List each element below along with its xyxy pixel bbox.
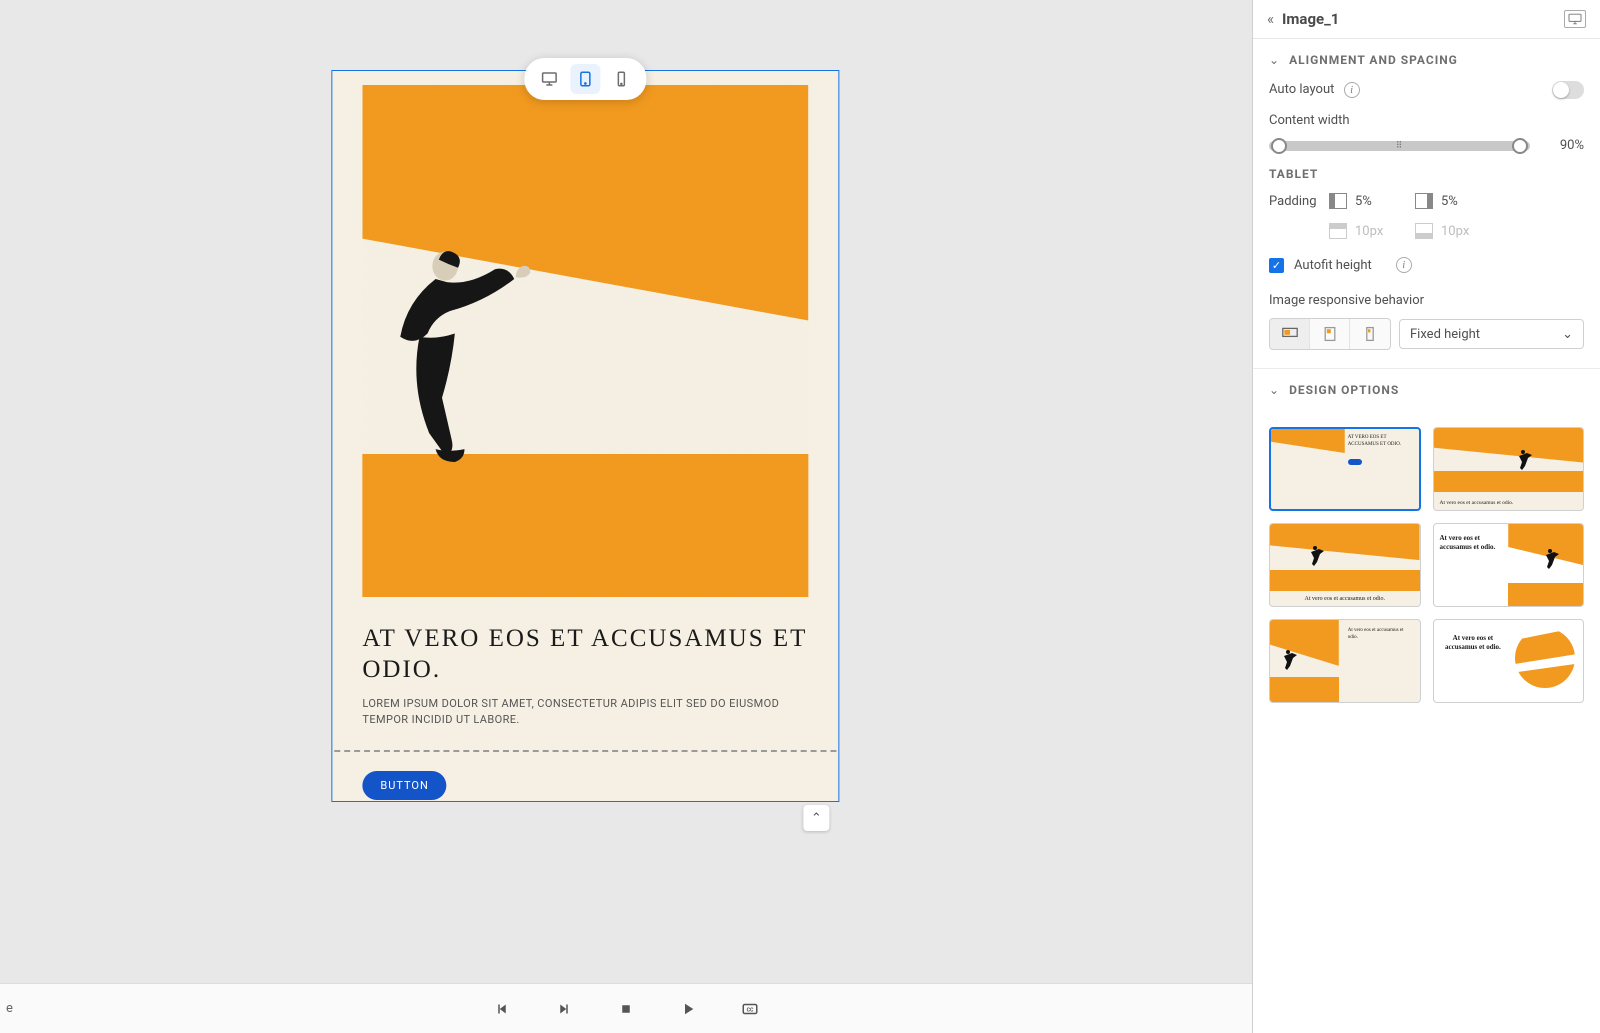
cta-button[interactable]: BUTTON (362, 771, 446, 800)
heading[interactable]: AT VERO EOS ET ACCUSAMUS ET ODIO. (362, 623, 808, 686)
figure-illustration (371, 228, 532, 484)
auto-layout-label: Auto layout (1269, 82, 1334, 97)
responsive-behavior-label: Image responsive behavior (1269, 293, 1584, 308)
device-desktop-button[interactable] (534, 64, 564, 94)
chevron-down-icon: ⌄ (1562, 327, 1573, 342)
tablet-mini-icon (1320, 326, 1340, 342)
artboard-tablet[interactable]: AT VERO EOS ET ACCUSAMUS ET ODIO. LOREM … (331, 70, 839, 802)
figure-icon (1541, 547, 1561, 571)
monitor-eye-icon (1567, 13, 1583, 25)
design-option-2[interactable]: At vero eos et accusamus et odio. (1433, 427, 1585, 511)
design-option-1[interactable]: AT VERO EOS ET ACCUSAMUS ET ODIO. (1269, 427, 1421, 511)
padding-top-input: 10px (1355, 224, 1415, 239)
chevron-up-icon: ⌃ (811, 811, 822, 826)
phone-mini-icon (1360, 326, 1380, 342)
padding-label: Padding (1269, 194, 1329, 209)
responsive-device-segment (1269, 318, 1391, 350)
next-frame-button[interactable] (551, 996, 577, 1022)
step-forward-icon (555, 1000, 573, 1018)
visibility-preview-button[interactable] (1564, 10, 1586, 28)
content-width-label: Content width (1269, 113, 1584, 128)
figure-icon (1514, 448, 1534, 472)
design-option-5[interactable]: At vero eos et accusamus et odio. (1269, 619, 1421, 703)
back-button[interactable]: « (1267, 10, 1274, 28)
phone-icon (612, 70, 630, 88)
padding-right-input[interactable]: 5% (1441, 194, 1501, 209)
cc-icon: CC (741, 1000, 759, 1018)
design-option-6[interactable]: At vero eos et accusamus et odio. (1433, 619, 1585, 703)
responsive-desktop-option[interactable] (1270, 319, 1310, 349)
hero-image[interactable] (362, 85, 808, 597)
desktop-mini-icon (1280, 326, 1300, 342)
collapse-chevron-button[interactable]: ⌃ (803, 805, 829, 831)
design-option-3[interactable]: At vero eos et accusamus et odio. (1269, 523, 1421, 607)
responsive-phone-option[interactable] (1350, 319, 1390, 349)
copy-block: AT VERO EOS ET ACCUSAMUS ET ODIO. LOREM … (362, 623, 808, 729)
prev-frame-button[interactable] (489, 996, 515, 1022)
content-width-value: 90% (1544, 138, 1584, 153)
section-title: ALIGNMENT AND SPACING (1289, 53, 1458, 67)
device-tablet-button[interactable] (570, 64, 600, 94)
padding-left-input[interactable]: 5% (1355, 194, 1415, 209)
figure-icon (1279, 648, 1299, 672)
subheading[interactable]: LOREM IPSUM DOLOR SIT AMET, CONSECTETUR … (362, 696, 808, 729)
autofit-height-checkbox[interactable]: ✓ (1269, 258, 1284, 273)
chevron-down-icon: ⌄ (1269, 383, 1279, 397)
alignment-spacing-header[interactable]: ⌄ ALIGNMENT AND SPACING (1269, 53, 1584, 67)
design-option-grid: AT VERO EOS ET ACCUSAMUS ET ODIO. At ver… (1253, 415, 1600, 715)
padding-bottom-input: 10px (1441, 224, 1501, 239)
stop-icon (617, 1000, 635, 1018)
autofit-height-label: Autofit height (1294, 258, 1372, 273)
chevron-down-icon: ⌄ (1269, 53, 1279, 67)
responsive-tablet-option[interactable] (1310, 319, 1350, 349)
inspector-header: « Image_1 (1253, 0, 1600, 39)
section-resize-handle[interactable] (331, 742, 839, 760)
stop-button[interactable] (613, 996, 639, 1022)
tablet-subhead: TABLET (1269, 167, 1584, 181)
object-name: Image_1 (1282, 10, 1564, 28)
step-back-icon (493, 1000, 511, 1018)
inspector-panel: « Image_1 ⌄ ALIGNMENT AND SPACING Auto l… (1252, 0, 1600, 1033)
auto-layout-toggle[interactable] (1552, 81, 1584, 99)
section-title: DESIGN OPTIONS (1289, 383, 1399, 397)
playback-bar: e CC (0, 983, 1252, 1033)
padding-right-icon (1415, 193, 1433, 209)
design-option-4[interactable]: At vero eos et accusamus et odio. (1433, 523, 1585, 607)
device-switcher (524, 58, 646, 100)
artboard-wrapper: AT VERO EOS ET ACCUSAMUS ET ODIO. LOREM … (331, 70, 839, 802)
responsive-behavior-dropdown[interactable]: Fixed height ⌄ (1399, 319, 1584, 349)
tablet-icon (576, 70, 594, 88)
info-icon[interactable]: i (1396, 257, 1412, 273)
content-width-slider[interactable]: ⠿ (1269, 141, 1530, 151)
play-button[interactable] (675, 996, 701, 1022)
padding-left-icon (1329, 193, 1347, 209)
canvas-region: AT VERO EOS ET ACCUSAMUS ET ODIO. LOREM … (0, 0, 1252, 1033)
desktop-icon (540, 70, 558, 88)
captions-button[interactable]: CC (737, 996, 763, 1022)
button-preview (1348, 459, 1362, 465)
svg-text:CC: CC (747, 1007, 754, 1013)
padding-bottom-icon (1415, 223, 1433, 239)
figure-icon (1306, 544, 1326, 568)
design-options-section: ⌄ DESIGN OPTIONS (1253, 369, 1600, 415)
padding-top-icon (1329, 223, 1347, 239)
device-phone-button[interactable] (606, 64, 636, 94)
design-options-header[interactable]: ⌄ DESIGN OPTIONS (1269, 383, 1584, 397)
chevron-left-double-icon: « (1267, 10, 1274, 28)
info-icon[interactable]: i (1344, 82, 1360, 98)
responsive-behavior-value: Fixed height (1410, 327, 1480, 342)
timeline-label: e (6, 1001, 13, 1016)
play-icon (679, 1000, 697, 1018)
alignment-spacing-section: ⌄ ALIGNMENT AND SPACING Auto layout i Co… (1253, 39, 1600, 369)
